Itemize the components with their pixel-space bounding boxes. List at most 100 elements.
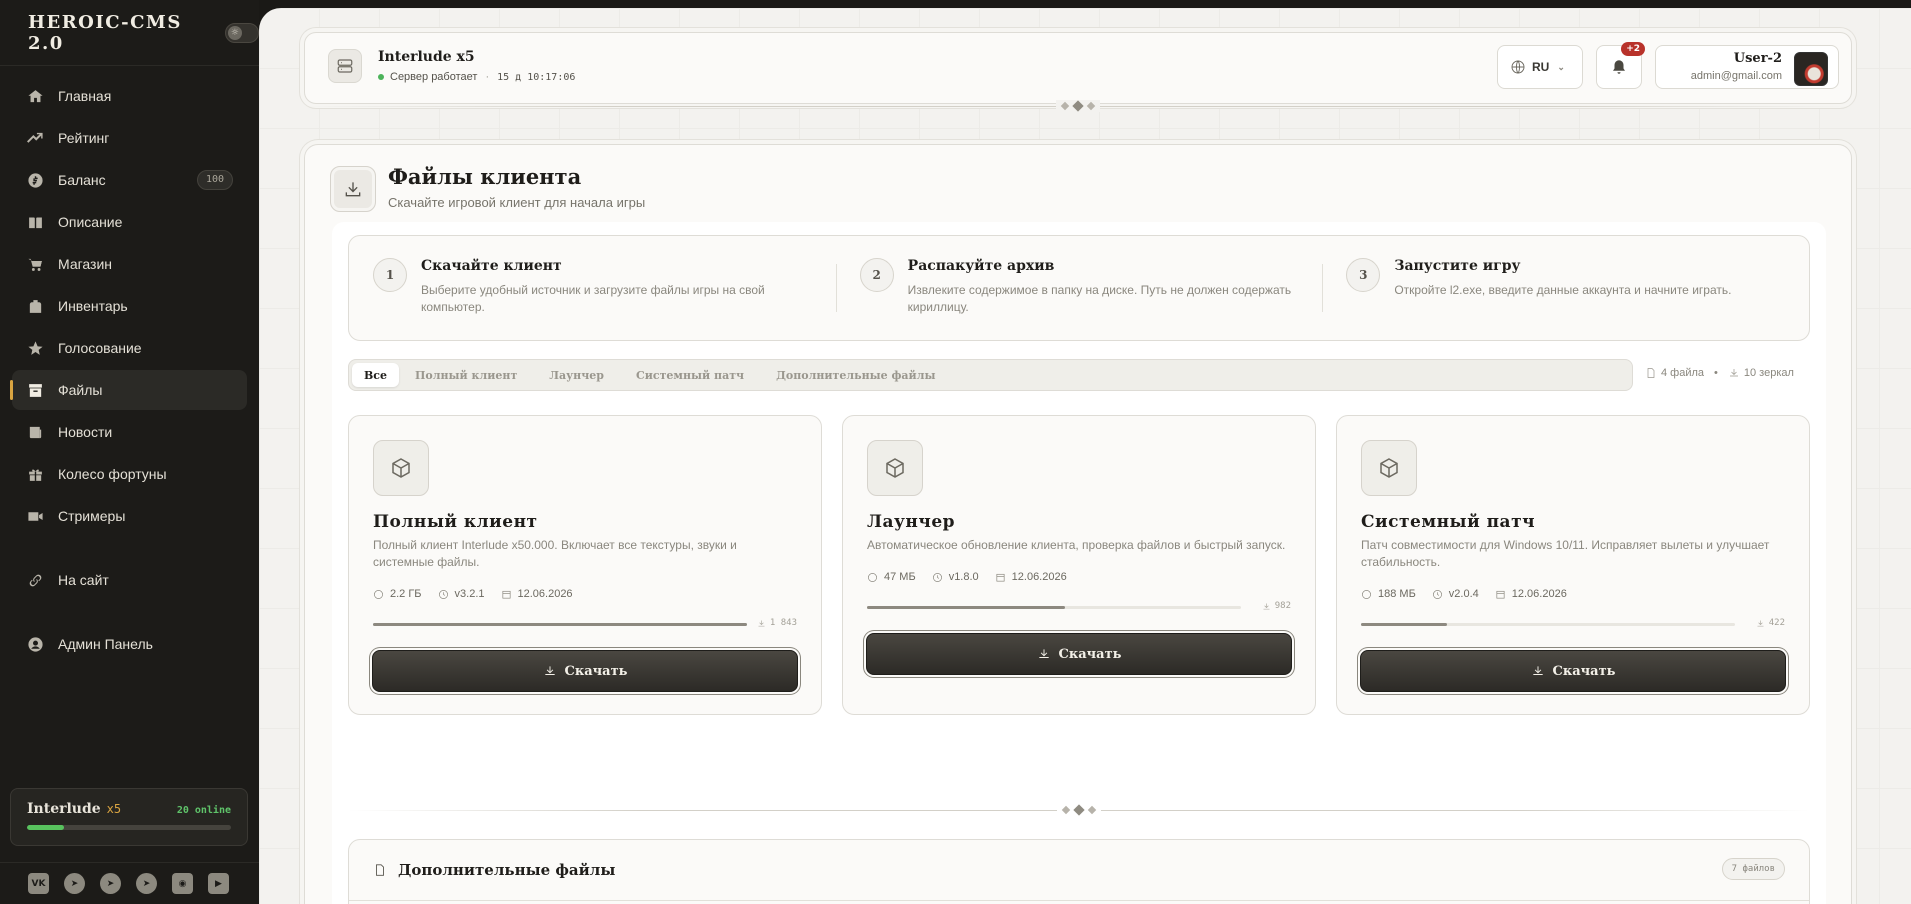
download-count-value: 1 843 (769, 618, 797, 628)
sidebar-item-rating[interactable]: Рейтинг (12, 118, 247, 158)
file-card-title: Полный клиент (373, 512, 538, 532)
sidebar-item-label: Рейтинг (58, 130, 110, 146)
sidebar-item-admin[interactable]: Админ Панель (12, 624, 247, 664)
book-icon (26, 213, 44, 231)
install-steps: 1 Скачайте клиент Выберите удобный источ… (348, 235, 1810, 341)
server-card-rate: x5 (106, 802, 122, 816)
download-count-value: 982 (1274, 601, 1291, 611)
calendar-icon (501, 590, 511, 599)
step-description: Выберите удобный источник и загрузите фа… (421, 283, 765, 314)
brand: HEROIC-CMS 2.0 ☼ (0, 0, 259, 66)
step-number: 2 (859, 258, 894, 292)
sidebar-item-files[interactable]: Файлы (10, 370, 247, 410)
download-button[interactable]: Скачать (372, 650, 798, 692)
file-card: Полный клиент Полный клиент Interlude x5… (348, 415, 822, 715)
page-subtitle: Скачайте игровой клиент для начала игры (388, 195, 646, 210)
language-value: RU (1532, 60, 1550, 74)
download-icon (1757, 620, 1764, 626)
archive-icon (26, 381, 44, 399)
sidebar-item-label: Новости (58, 424, 113, 440)
sidebar-item-label: Файлы (58, 382, 103, 398)
step: 2 Распакуйте архив Извлеките содержимое … (835, 236, 1323, 340)
server-status-text: Сервер работает (390, 71, 478, 83)
download-icon (544, 666, 555, 675)
server-name: Interlude x5 (378, 49, 475, 65)
sidebar-item-label: Магазин (58, 256, 113, 272)
telegram-icon[interactable]: ➤ (64, 873, 85, 894)
tab-additional-files[interactable]: Дополнительные файлы (760, 363, 951, 387)
size-icon (1362, 589, 1371, 599)
tab-system-patch[interactable]: Системный патч (620, 363, 760, 387)
download-button[interactable]: Скачать (1360, 650, 1786, 692)
notification-count: +2 (1621, 42, 1645, 56)
youtube-icon[interactable]: ▶ (208, 873, 229, 894)
file-card: Системный патч Патч совместимости для Wi… (1336, 415, 1810, 715)
sidebar-item-inventory[interactable]: Инвентарь (12, 286, 247, 326)
file-icon (1647, 368, 1655, 378)
file-stats: 4 файла • 10 зеркал (1645, 367, 1794, 379)
file-date: 12.06.2026 (517, 588, 573, 600)
video-icon (26, 507, 44, 525)
mirrors-count: 10 зеркал (1743, 367, 1794, 379)
sidebar-item-fortune-wheel[interactable]: Колесо фортуны (12, 454, 247, 494)
telegram-icon[interactable]: ➤ (100, 873, 121, 894)
sidebar-item-shop[interactable]: Магазин (12, 244, 247, 284)
ornament-divider (348, 804, 1810, 816)
download-count: 422 (1756, 618, 1785, 628)
status-separator: · (485, 71, 490, 83)
step-description: Откройте l2.exe, введите данные аккаунта… (1394, 283, 1732, 297)
file-size: 2.2 ГБ (390, 588, 422, 600)
notifications-button[interactable]: +2 (1596, 42, 1645, 89)
tab-launcher[interactable]: Лаунчер (533, 363, 620, 387)
sidebar-item-news[interactable]: Новости (12, 412, 247, 452)
step-title: Распакуйте архив (907, 258, 1055, 274)
sidebar-item-label: Баланс (58, 172, 106, 188)
telegram-icon[interactable]: ➤ (136, 873, 157, 894)
sidebar-item-label: Колесо фортуны (58, 466, 167, 482)
brand-title: HEROIC-CMS 2.0 (28, 11, 182, 54)
additional-files-count: 7 файлов (1721, 858, 1785, 880)
size-icon (374, 589, 383, 599)
sidebar-item-balance[interactable]: Баланс 100 (12, 160, 247, 200)
tab-all[interactable]: Все (352, 363, 399, 387)
discord-icon[interactable]: ◉ (172, 873, 193, 894)
star-icon (26, 339, 44, 357)
sidebar-item-description[interactable]: Описание (12, 202, 247, 242)
online-bar (27, 825, 231, 830)
file-date: 12.06.2026 (1011, 571, 1067, 583)
download-button[interactable]: Скачать (866, 633, 1292, 675)
server-card-online: 20 online (176, 805, 231, 816)
vk-icon[interactable]: VK (28, 873, 49, 894)
version-icon (438, 589, 448, 599)
topbar: Interlude x5 Сервер работает · 15 д 10:1… (304, 32, 1852, 104)
theme-toggle[interactable]: ☼ (224, 22, 259, 43)
version-icon (932, 572, 942, 582)
package-icon (1361, 440, 1417, 496)
nav-separator (0, 602, 259, 624)
size-icon (868, 572, 877, 582)
sidebar-item-streamers[interactable]: Стримеры (12, 496, 247, 536)
download-progress-fill (867, 606, 1066, 609)
package-icon (373, 440, 429, 496)
file-card-description: Автоматическое обновление клиента, прове… (867, 538, 1286, 552)
files-count: 4 файла (1661, 367, 1705, 379)
sidebar-item-label: Инвентарь (58, 298, 128, 314)
sidebar-item-voting[interactable]: Голосование (12, 328, 247, 368)
tab-full-client[interactable]: Полный клиент (399, 363, 533, 387)
download-count: 1 843 (757, 618, 797, 628)
step-title: Запустите игру (1394, 258, 1521, 274)
sidebar-item-site-link[interactable]: На сайт (12, 560, 247, 600)
server-icon (328, 49, 362, 83)
additional-files-title: Дополнительные файлы (398, 861, 616, 879)
sidebar-item-home[interactable]: Главная (12, 76, 247, 116)
sun-icon: ☼ (227, 25, 242, 40)
download-button-label: Скачать (1552, 663, 1616, 679)
page-title: Файлы клиента (388, 164, 582, 189)
sidebar-item-label: На сайт (58, 572, 109, 588)
download-count-value: 422 (1768, 618, 1785, 628)
user-menu[interactable]: User-2 admin@gmail.com (1655, 45, 1839, 89)
backpack-icon (26, 297, 44, 315)
language-select[interactable]: RU ⌄ (1497, 45, 1583, 89)
server-online-card: Interlude x5 20 online (10, 788, 248, 846)
file-card-meta: 47 МБ v1.8.0 12.06.2026 (867, 571, 1083, 583)
